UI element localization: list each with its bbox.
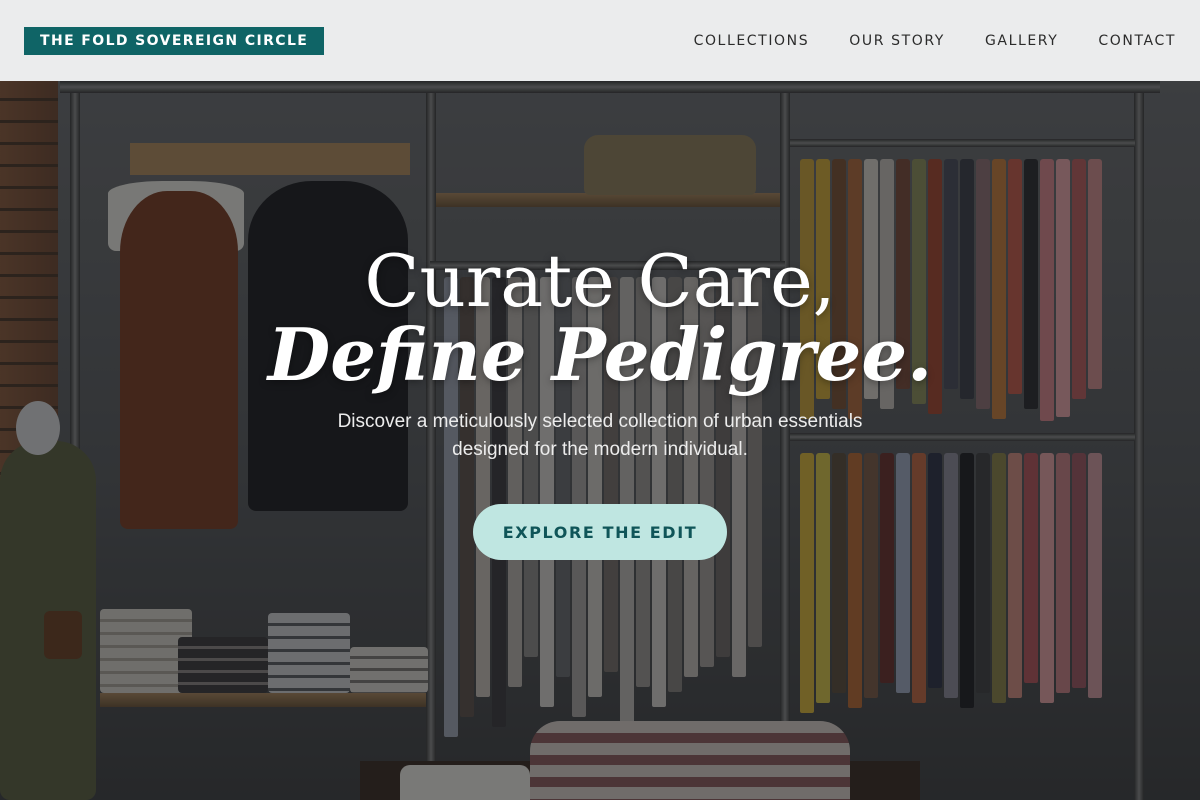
hero-content: Curate Care, Define Pedigree. Discover a… (0, 81, 1200, 800)
nav-link-gallery[interactable]: GALLERY (985, 33, 1058, 49)
explore-the-edit-button[interactable]: EXPLORE THE EDIT (473, 504, 727, 560)
site-header: THE FOLD SOVEREIGN CIRCLE COLLECTIONS OU… (0, 0, 1200, 81)
hero-subtitle: Discover a meticulously selected collect… (337, 411, 863, 460)
hero-headline-line2: Define Pedigree. (267, 312, 933, 397)
hero-headline-line1: Curate Care, (364, 239, 836, 323)
brand-logo[interactable]: THE FOLD SOVEREIGN CIRCLE (24, 26, 325, 55)
nav-link-our-story[interactable]: OUR STORY (849, 33, 945, 49)
nav-link-collections[interactable]: COLLECTIONS (694, 33, 810, 49)
nav-link-contact[interactable]: CONTACT (1098, 33, 1176, 49)
main-nav: COLLECTIONS OUR STORY GALLERY CONTACT (694, 33, 1176, 49)
